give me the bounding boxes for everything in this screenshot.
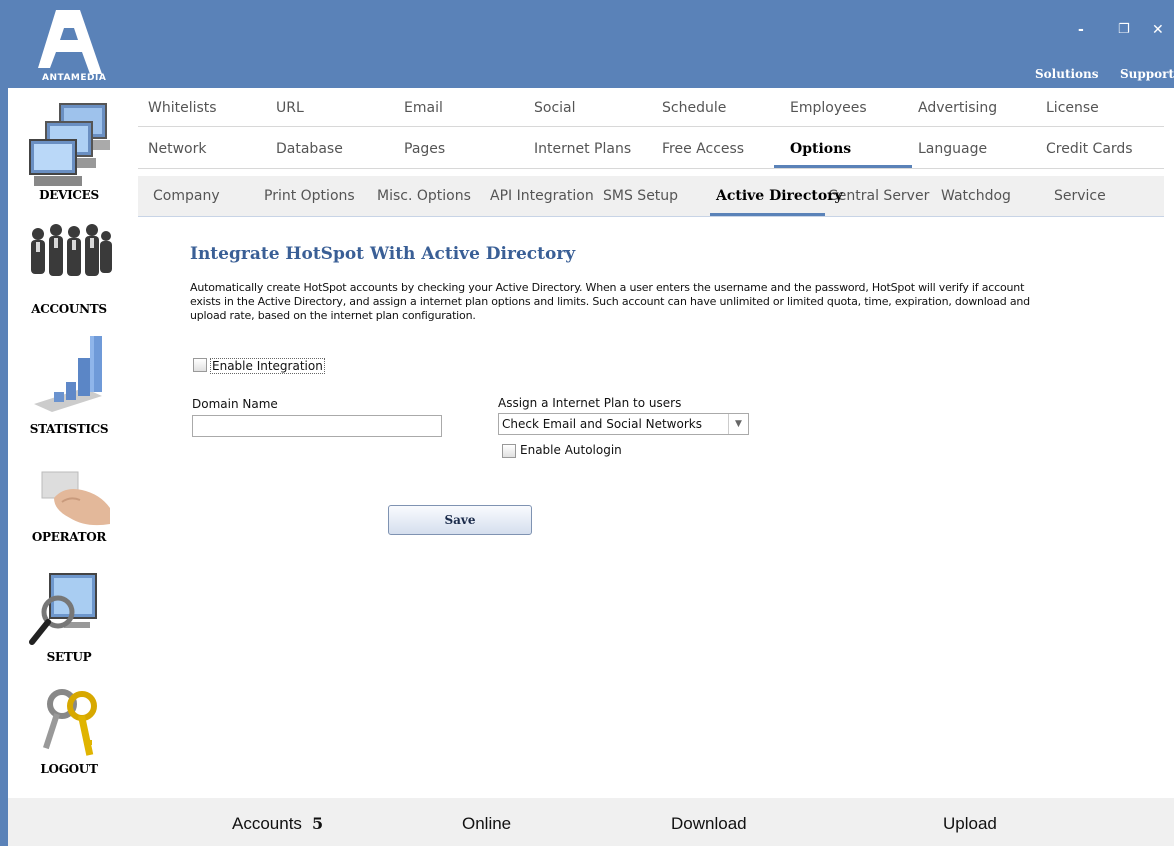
status-online: Online: [462, 814, 512, 833]
status-upload: Upload: [943, 814, 997, 833]
bar-chart-icon: [34, 336, 102, 412]
minimize-icon[interactable]: -: [1078, 22, 1084, 38]
page-description: Automatically create HotSpot accounts by…: [190, 281, 1030, 322]
enable-autologin-label: Enable Autologin: [520, 443, 622, 457]
keys-icon: [43, 689, 97, 756]
status-bar: Accounts 5 Online Download Upload: [8, 798, 1174, 846]
tab-social[interactable]: Social: [534, 90, 576, 126]
solutions-link[interactable]: Solutions: [1035, 67, 1099, 81]
sidebar-item-accounts[interactable]: ACCOUNTS: [8, 218, 130, 316]
internet-plan-select[interactable]: Check Email and Social Networks ▼: [498, 413, 749, 435]
page-title: Integrate HotSpot With Active Directory: [190, 244, 576, 264]
title-bar: ANTAMEDIA - ❐ ✕ Solutions Support: [0, 0, 1174, 88]
tab-row-divider: [138, 126, 1164, 127]
sidebar-item-devices[interactable]: DEVICES: [8, 100, 130, 202]
tab-free-access[interactable]: Free Access: [662, 131, 744, 167]
sidebar: DEVICES ACCOUNTS STATISTICS OPERATOR SET…: [8, 88, 130, 798]
sidebar-item-label: LOGOUT: [40, 762, 98, 776]
monitor-magnifier-icon: [29, 573, 97, 645]
tab-row-1: Whitelists URL Email Social Schedule Emp…: [138, 90, 1174, 126]
sidebar-item-operator[interactable]: OPERATOR: [8, 468, 130, 544]
tab-license[interactable]: License: [1046, 90, 1099, 126]
status-download: Download: [671, 814, 747, 833]
active-subtab-indicator: [710, 213, 825, 216]
sidebar-item-label: OPERATOR: [31, 530, 107, 544]
subtab-misc-options[interactable]: Misc. Options: [377, 176, 471, 217]
status-accounts: Accounts 5: [232, 814, 323, 834]
people-icon: [31, 224, 112, 276]
sidebar-item-label: STATISTICS: [29, 422, 109, 436]
tab-advertising[interactable]: Advertising: [918, 90, 997, 126]
sidebar-item-label: SETUP: [46, 650, 92, 664]
sidebar-item-setup[interactable]: SETUP: [8, 572, 130, 664]
tab-whitelists[interactable]: Whitelists: [148, 90, 217, 126]
subtab-bar: Company Print Options Misc. Options API …: [138, 176, 1164, 217]
logo-text: ANTAMEDIA: [42, 73, 107, 83]
enable-integration-label: Enable Integration: [210, 358, 325, 374]
subtab-service[interactable]: Service: [1054, 176, 1106, 217]
sidebar-item-logout[interactable]: LOGOUT: [8, 684, 130, 776]
subtab-sms-setup[interactable]: SMS Setup: [603, 176, 678, 217]
status-accounts-count: 5: [311, 814, 324, 833]
tab-options[interactable]: Options: [790, 131, 851, 167]
internet-plan-label: Assign a Internet Plan to users: [498, 396, 682, 410]
tab-internet-plans[interactable]: Internet Plans: [534, 131, 631, 167]
tab-credit-cards[interactable]: Credit Cards: [1046, 131, 1133, 167]
tab-pages[interactable]: Pages: [404, 131, 445, 167]
support-link[interactable]: Support: [1120, 67, 1174, 81]
sidebar-item-statistics[interactable]: STATISTICS: [8, 334, 130, 436]
subtab-api-integration[interactable]: API Integration: [490, 176, 594, 217]
subtab-watchdog[interactable]: Watchdog: [941, 176, 1011, 217]
tab-database[interactable]: Database: [276, 131, 343, 167]
chevron-down-icon[interactable]: ▼: [728, 414, 748, 434]
domain-name-label: Domain Name: [192, 397, 278, 411]
subtab-active-directory[interactable]: Active Directory: [716, 176, 843, 217]
internet-plan-selected: Check Email and Social Networks: [502, 417, 702, 431]
close-icon[interactable]: ✕: [1152, 22, 1164, 38]
subtab-company[interactable]: Company: [153, 176, 220, 217]
tab-email[interactable]: Email: [404, 90, 443, 126]
restore-icon[interactable]: ❐: [1118, 22, 1130, 37]
sidebar-item-label: DEVICES: [39, 188, 99, 202]
computers-icon: [29, 103, 110, 186]
tab-network[interactable]: Network: [148, 131, 206, 167]
status-accounts-label: Accounts: [232, 814, 302, 833]
tab-employees[interactable]: Employees: [790, 90, 867, 126]
tab-language[interactable]: Language: [918, 131, 987, 167]
window-border-left: [0, 88, 8, 846]
domain-name-field[interactable]: [192, 415, 442, 437]
sidebar-item-label: ACCOUNTS: [31, 302, 107, 316]
enable-integration-checkbox[interactable]: [193, 358, 207, 372]
hand-card-icon: [41, 471, 110, 526]
subtab-central-server[interactable]: Central Server: [828, 176, 929, 217]
tab-row-2: Network Database Pages Internet Plans Fr…: [138, 131, 1174, 167]
enable-autologin-checkbox[interactable]: [502, 444, 516, 458]
tab-schedule[interactable]: Schedule: [662, 90, 726, 126]
tab-row-divider: [138, 168, 1164, 169]
subtab-print-options[interactable]: Print Options: [264, 176, 355, 217]
tab-url[interactable]: URL: [276, 90, 304, 126]
save-button[interactable]: Save: [388, 505, 532, 535]
